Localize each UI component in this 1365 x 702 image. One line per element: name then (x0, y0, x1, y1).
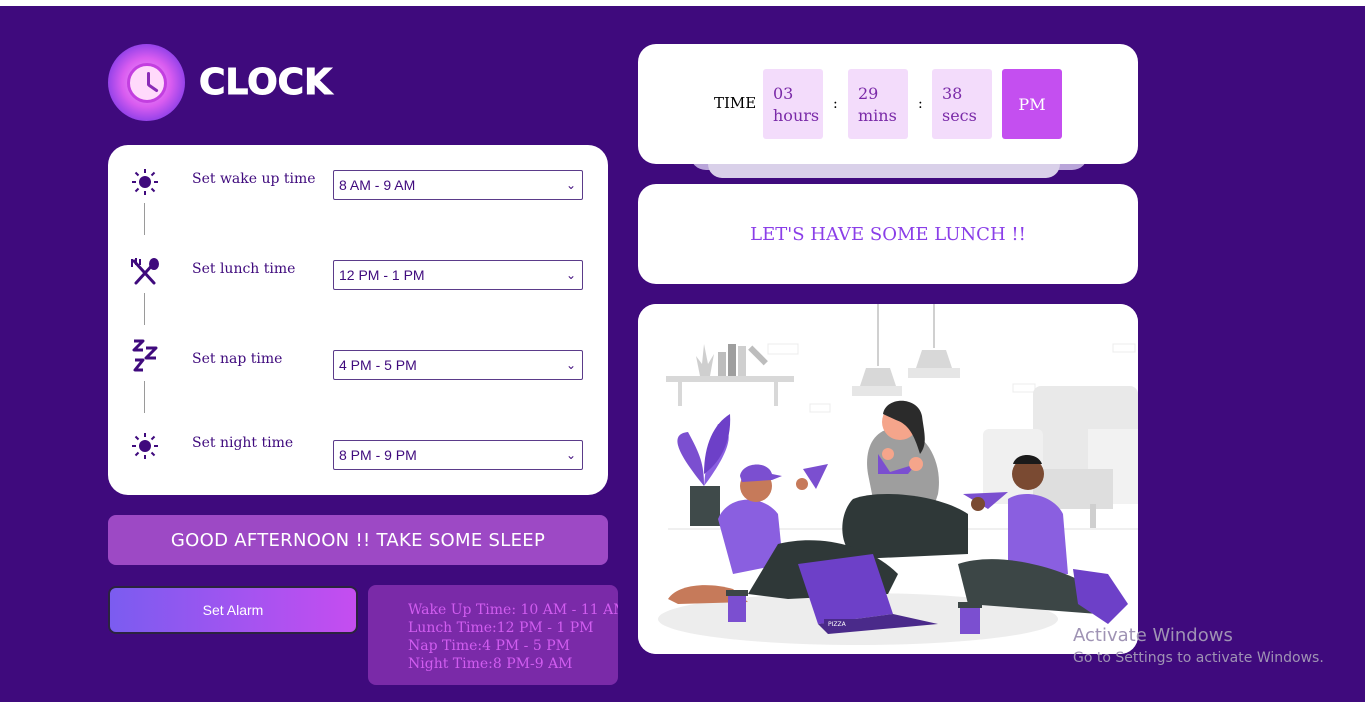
pizza-box-text: PIZZA (828, 621, 847, 628)
zzz-icon (130, 339, 160, 372)
activate-windows-title: Activate Windows (1073, 625, 1233, 646)
hours-box: 03 hours (763, 69, 823, 139)
lunch-message: LET'S HAVE SOME LUNCH !! (750, 223, 1026, 245)
schedule-row-nap: Set nap time 4 PM - 5 PM ⌄ (108, 339, 608, 413)
night-time-select[interactable]: 8 PM - 9 PM ⌄ (333, 440, 583, 470)
schedule-label: Set nap time (192, 351, 283, 367)
lunch-illustration: PIZZA (638, 304, 1138, 654)
schedule-row-night: Set night time 8 PM - 9 PM ⌄ (108, 431, 608, 471)
wake-time-select[interactable]: 8 AM - 9 AM ⌄ (333, 170, 583, 200)
secs-value: 38 (942, 84, 963, 103)
mins-unit: mins (858, 106, 897, 125)
select-value: 4 PM - 5 PM (339, 357, 417, 373)
time-separator: : (918, 96, 923, 112)
hours-value: 03 (773, 84, 794, 103)
timeline-connector (144, 381, 145, 413)
greeting-banner: GOOD AFTERNOON !! TAKE SOME SLEEP (108, 515, 608, 565)
chevron-down-icon: ⌄ (565, 178, 576, 192)
hours-unit: hours (773, 106, 820, 125)
summary-line: Night Time:8 PM-9 AM (408, 656, 573, 672)
summary-line: Nap Time:4 PM - 5 PM (408, 638, 570, 654)
schedule-card: Set wake up time 8 AM - 9 AM ⌄ Set lunch… (108, 145, 608, 495)
timeline-connector (144, 203, 145, 235)
timeline-connector (144, 293, 145, 325)
secs-unit: secs (942, 106, 977, 125)
alarm-summary: Wake Up Time: 10 AM - 11 AM Lunch Time:1… (368, 585, 618, 685)
chevron-down-icon: ⌄ (565, 448, 576, 462)
app-title: CLOCK (199, 62, 333, 104)
app-logo: CLOCK (108, 44, 333, 121)
schedule-label: Set wake up time (192, 171, 316, 187)
top-strip (0, 0, 1365, 6)
mins-value: 29 (858, 84, 879, 103)
fork-spoon-icon (130, 257, 160, 287)
time-separator: : (833, 96, 838, 112)
people-eating-pizza-illustration: PIZZA (638, 304, 1138, 654)
lunch-time-select[interactable]: 12 PM - 1 PM ⌄ (333, 260, 583, 290)
nap-time-select[interactable]: 4 PM - 5 PM ⌄ (333, 350, 583, 380)
select-value: 8 AM - 9 AM (339, 177, 416, 193)
time-label: TIME (714, 94, 757, 112)
sun-icon (130, 431, 160, 461)
secs-box: 38 secs (932, 69, 992, 139)
activate-windows-subtitle: Go to Settings to activate Windows. (1073, 650, 1324, 666)
mins-box: 29 mins (848, 69, 908, 139)
schedule-label: Set lunch time (192, 261, 296, 277)
message-card: LET'S HAVE SOME LUNCH !! (638, 184, 1138, 284)
chevron-down-icon: ⌄ (565, 268, 576, 282)
chevron-down-icon: ⌄ (565, 358, 576, 372)
schedule-label: Set night time (192, 435, 294, 451)
schedule-row-wake: Set wake up time 8 AM - 9 AM ⌄ (108, 167, 608, 235)
summary-line: Wake Up Time: 10 AM - 11 AM (408, 602, 618, 618)
ampm-box: PM (1002, 69, 1062, 139)
select-value: 8 PM - 9 PM (339, 447, 417, 463)
clock-icon (108, 44, 185, 121)
select-value: 12 PM - 1 PM (339, 267, 425, 283)
summary-line: Lunch Time:12 PM - 1 PM (408, 620, 594, 636)
set-alarm-button[interactable]: Set Alarm (108, 586, 358, 634)
schedule-row-lunch: Set lunch time 12 PM - 1 PM ⌄ (108, 257, 608, 325)
sun-icon (130, 167, 160, 197)
time-card: TIME 03 hours : 29 mins : 38 secs PM (638, 44, 1138, 164)
